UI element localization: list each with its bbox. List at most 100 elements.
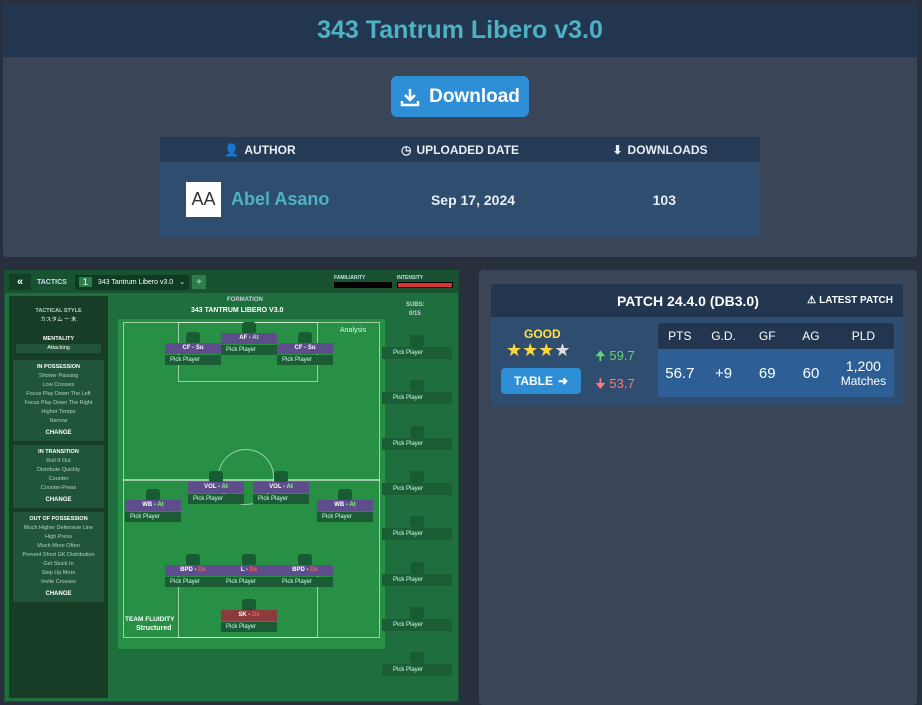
pick-player[interactable]: Pick Player xyxy=(221,345,277,355)
player-slot[interactable]: CF - Su Pick Player xyxy=(165,332,221,373)
sub-slot[interactable]: Pick Player xyxy=(382,573,452,586)
sub-slot[interactable]: Pick Player xyxy=(382,664,452,677)
analysis-button[interactable]: Analysis xyxy=(340,327,366,334)
change-button[interactable]: CHANGE xyxy=(16,590,101,599)
pick-player[interactable]: Pick Player xyxy=(188,494,244,504)
role-label: L - De xyxy=(221,565,277,576)
role-label: WB - At xyxy=(317,500,373,511)
download-label: Download xyxy=(429,85,520,107)
latest-patch-badge: ⚠ LATEST PATCH xyxy=(807,295,893,306)
downloads-header: ⬇ DOWNLOADS xyxy=(612,142,708,157)
team-fluidity-value: Structured xyxy=(136,625,172,632)
page-title: 343 Tantrum Libero v3.0 xyxy=(317,15,603,44)
star-rating: ★★★★ xyxy=(506,340,571,361)
intensity-bar xyxy=(397,282,453,288)
shirt-icon xyxy=(410,652,424,665)
author-header: 👤 AUTHOR xyxy=(224,142,296,157)
player-slot[interactable]: VOL - At Pick Player xyxy=(188,471,244,512)
pick-player[interactable]: Pick Player xyxy=(277,577,333,587)
sub-slot[interactable]: Pick Player xyxy=(382,437,452,450)
player-slot[interactable]: AF - At Pick Player xyxy=(221,322,277,363)
author-link[interactable]: Abel Asano xyxy=(231,189,329,210)
down-value: 🠋 53.7 xyxy=(595,376,635,391)
arrow-up-icon: 🠉 xyxy=(595,348,606,363)
familiarity-bar xyxy=(334,282,392,288)
player-slot[interactable]: WB - At Pick Player xyxy=(317,489,373,530)
sub-slot[interactable]: Pick Player xyxy=(382,482,452,495)
shirt-icon xyxy=(410,380,424,393)
pick-player[interactable]: Pick Player xyxy=(221,622,277,632)
chevron-down-icon: ⌄ xyxy=(179,279,186,286)
download-small-icon: ⬇ xyxy=(612,142,623,157)
ag-value: 60 xyxy=(802,364,820,382)
player-slot[interactable]: WB - At Pick Player xyxy=(125,489,181,530)
pick-player[interactable]: Pick Player xyxy=(165,355,221,365)
table-button[interactable]: TABLE ➜ xyxy=(501,368,581,394)
shirt-icon xyxy=(410,561,424,574)
download-icon xyxy=(400,88,420,106)
sub-slot[interactable]: Pick Player xyxy=(382,347,452,359)
add-tactic-icon[interactable]: + xyxy=(192,275,207,289)
player-slot[interactable]: SK - De Pick Player xyxy=(221,599,277,640)
up-value: 🠉 59.7 xyxy=(595,348,635,363)
formation-label: FORMATION xyxy=(227,297,263,303)
pick-player[interactable]: Pick Player xyxy=(317,512,373,522)
star-icon: ★ xyxy=(506,340,523,360)
sub-slot[interactable]: Pick Player xyxy=(382,392,452,405)
pld-value: 1,200 Matches xyxy=(840,358,887,388)
role-label: BPD - De xyxy=(277,565,333,576)
download-button[interactable]: Download xyxy=(391,76,529,117)
star-icon: ★ xyxy=(522,340,539,360)
formation-name[interactable]: 343 TANTRUM LIBERO V3.0 xyxy=(191,307,283,314)
author-cell: AA Abel Asano xyxy=(160,182,377,217)
uploaded-date: Sep 17, 2024 xyxy=(430,191,516,208)
tactic-instructions: TACTICAL STYLE カスタム ー 未 MENTALITY Attack… xyxy=(9,296,108,698)
team-fluidity-label: TEAM FLUIDITY xyxy=(125,616,175,623)
shirt-icon xyxy=(410,516,424,529)
role-label: WB - At xyxy=(125,500,181,511)
intensity-label: INTENSITY xyxy=(397,275,424,281)
pick-player[interactable]: Pick Player xyxy=(253,494,309,504)
role-label: CF - Su xyxy=(165,343,221,354)
tactics-tab[interactable]: TACTICS xyxy=(37,279,67,286)
player-slot[interactable]: VOL - At Pick Player xyxy=(253,471,309,512)
back-icon[interactable]: « xyxy=(9,274,31,290)
pick-player[interactable]: Pick Player xyxy=(125,512,181,522)
out-of-possession-box: OUT OF POSSESSION Much Higher Defensive … xyxy=(13,512,104,602)
gd-value: +9 xyxy=(715,364,733,382)
shirt-icon xyxy=(410,335,424,347)
player-slot[interactable]: BPD - De Pick Player xyxy=(277,554,333,595)
mentality-select[interactable]: Attacking xyxy=(16,344,101,353)
role-label: BPD - De xyxy=(165,565,221,576)
arrow-right-icon: ➜ xyxy=(558,374,569,388)
warning-icon: ⚠ xyxy=(807,295,817,306)
shirt-icon xyxy=(410,425,424,438)
star-icon: ★ xyxy=(554,340,571,360)
tactic-selector[interactable]: 1 343 Tantrum Libero v3.0 ⌄ xyxy=(74,274,190,290)
sub-slot[interactable]: Pick Player xyxy=(382,618,452,631)
title-bar: 343 Tantrum Libero v3.0 xyxy=(3,3,917,57)
subs-label: SUBS: xyxy=(406,302,425,308)
uploaded-header: ◷ UPLOADED DATE xyxy=(401,142,519,157)
familiarity-label: FAMILIARITY xyxy=(334,275,366,281)
pick-player[interactable]: Pick Player xyxy=(277,355,333,365)
change-button[interactable]: CHANGE xyxy=(16,429,101,438)
shirt-icon xyxy=(410,470,424,483)
player-slot[interactable]: L - De Pick Player xyxy=(221,554,277,595)
player-slot[interactable]: BPD - De Pick Player xyxy=(165,554,221,595)
pick-player[interactable]: Pick Player xyxy=(165,577,221,587)
stats-table: PTS G.D. GF AG PLD 56.7 +9 69 60 1,200 Matc… xyxy=(658,323,894,397)
patch-title: PATCH 24.4.0 (DB3.0) xyxy=(617,292,759,309)
subs-count: 0/15 xyxy=(409,311,421,317)
tactic-info-table: 👤 AUTHOR ◷ UPLOADED DATE ⬇ DOWNLOADS AA Abe… xyxy=(160,137,760,237)
tactic-screenshot: « TACTICS 1 343 Tantrum Libero v3.0 ⌄ + … xyxy=(4,270,459,702)
avatar: AA xyxy=(186,182,221,217)
role-label: AF - At xyxy=(221,333,277,344)
downloads-count: 103 xyxy=(652,191,676,208)
pick-player[interactable]: Pick Player xyxy=(221,577,277,587)
sub-slot[interactable]: Pick Player xyxy=(382,528,452,541)
player-slot[interactable]: CF - Su Pick Player xyxy=(277,332,333,373)
change-button[interactable]: CHANGE xyxy=(16,496,101,505)
clock-icon: ◷ xyxy=(401,142,412,157)
rating-label: GOOD xyxy=(524,327,561,341)
